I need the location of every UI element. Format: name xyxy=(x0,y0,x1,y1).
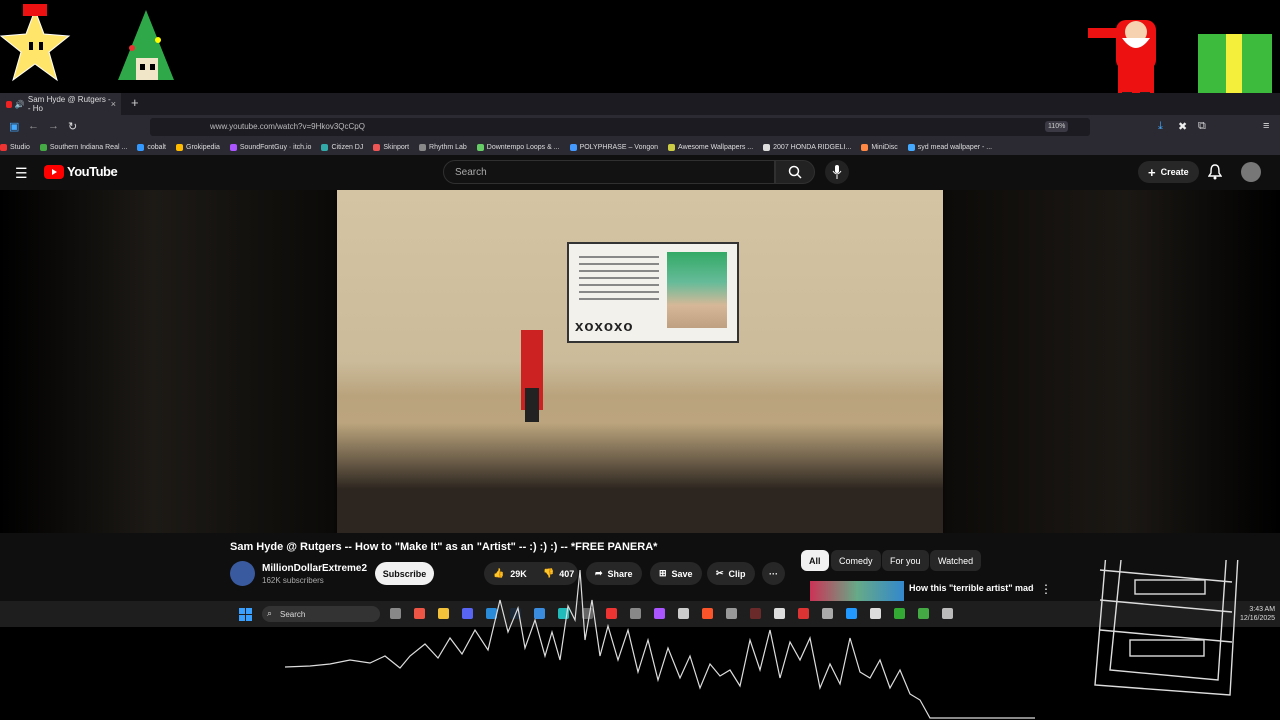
wireframe-cube-icon xyxy=(1094,560,1239,696)
youtube-logo-text: YouTube xyxy=(67,164,118,179)
presenter-figure xyxy=(521,330,543,422)
bookmark-favicon-icon xyxy=(39,143,47,151)
projector-screen: xoxoxo xyxy=(567,242,739,343)
back-icon[interactable]: ← xyxy=(28,120,39,132)
sidebar-toggle-icon[interactable]: ▣ xyxy=(9,120,19,133)
search-button[interactable] xyxy=(775,160,815,184)
bookmark-item[interactable]: Skinport xyxy=(373,143,410,151)
slide-xoxo-text: xoxoxo xyxy=(575,318,634,335)
youtube-favicon-icon xyxy=(6,100,12,108)
youtube-header: ☰ YouTube + Create xyxy=(0,155,1280,190)
bookmark-label: Skinport xyxy=(383,143,410,151)
browser-toolbar: ▣ ← → ↻ www.youtube.com/watch?v=9Hkov3Qc… xyxy=(0,115,1280,139)
search-input[interactable] xyxy=(453,166,757,179)
bookmark-item[interactable]: SoundFontGuy · itch.io xyxy=(229,143,312,151)
bookmark-item[interactable]: MiniDisc xyxy=(861,143,898,151)
voice-search-button[interactable] xyxy=(825,160,849,184)
tab-close-icon[interactable]: × xyxy=(111,99,116,109)
bookmark-favicon-icon xyxy=(419,143,427,151)
plus-icon: + xyxy=(1148,164,1156,180)
bookmark-favicon-icon xyxy=(373,143,381,151)
bookmark-favicon-icon xyxy=(763,143,771,151)
bookmarks-toolbar: Studio Southern Indiana Real ... cobalt Gro… xyxy=(0,139,1280,155)
zoom-level[interactable]: 110% xyxy=(1045,121,1069,132)
bookmark-item[interactable]: syd mead wallpaper - ... xyxy=(907,143,993,151)
bookmark-favicon-icon xyxy=(476,143,484,151)
bookmark-favicon-icon xyxy=(569,143,577,151)
notifications-bell-icon[interactable] xyxy=(1207,164,1223,185)
bookmark-label: cobalt xyxy=(147,143,166,151)
extensions-puzzle-icon[interactable]: ⧉ xyxy=(1198,120,1206,133)
pixel-tree-icon xyxy=(118,10,174,80)
bookmark-item[interactable]: Awesome Wallpapers ... xyxy=(668,143,754,151)
bookmark-item[interactable]: 2007 HONDA RIDGELI... xyxy=(763,143,852,151)
youtube-logo[interactable]: YouTube xyxy=(44,164,118,179)
slide-portrait xyxy=(667,252,727,328)
search-box[interactable] xyxy=(443,160,775,184)
new-tab-button[interactable]: + xyxy=(131,95,139,110)
bookmark-favicon-icon xyxy=(0,143,7,151)
bookmark-favicon-icon xyxy=(229,143,237,151)
forward-icon[interactable]: → xyxy=(48,120,59,132)
bookmark-label: MiniDisc xyxy=(871,143,898,151)
video-player[interactable]: xoxoxo xyxy=(337,190,943,533)
bookmark-item[interactable]: Downtempo Loops & ... xyxy=(476,143,560,151)
bookmark-label: Studio xyxy=(10,143,30,151)
pixel-star-icon xyxy=(0,4,71,82)
browser-tab-active[interactable]: 🔊 Sam Hyde @ Rutgers -- Ho × xyxy=(0,93,121,115)
bookmark-label: Citizen DJ xyxy=(331,143,364,151)
bookmark-favicon-icon xyxy=(321,143,329,151)
browser-tab-bar: 🔊 Sam Hyde @ Rutgers -- Ho × + xyxy=(0,93,1280,115)
bookmark-label: Southern Indiana Real ... xyxy=(49,143,128,151)
bookmark-favicon-icon xyxy=(176,143,183,151)
waveform-line xyxy=(284,569,1035,719)
account-avatar[interactable] xyxy=(1241,162,1261,182)
bookmark-label: Grokipedia xyxy=(186,143,220,151)
bookmark-item[interactable]: Rhythm Lab xyxy=(419,143,467,151)
create-button[interactable]: + Create xyxy=(1138,161,1199,183)
gift-icon xyxy=(1198,34,1272,108)
url-text[interactable]: www.youtube.com/watch?v=9Hkov3QcCpQ xyxy=(210,122,365,131)
audio-visualizer-overlay xyxy=(284,560,1239,719)
video-title: Sam Hyde @ Rutgers -- How to "Make It" a… xyxy=(230,541,658,553)
bookmark-item[interactable]: Citizen DJ xyxy=(321,143,364,151)
url-bar[interactable]: www.youtube.com/watch?v=9Hkov3QcCpQ 110% xyxy=(150,118,1090,136)
bookmark-label: SoundFontGuy · itch.io xyxy=(239,143,312,151)
bookmark-label: Awesome Wallpapers ... xyxy=(678,143,754,151)
bookmark-favicon-icon xyxy=(668,143,676,151)
youtube-play-icon xyxy=(44,164,64,179)
watch-page: xoxoxo xyxy=(0,190,1280,533)
search-icon xyxy=(788,165,802,179)
app-menu-icon[interactable]: ≡ xyxy=(1263,120,1269,132)
tab-title: Sam Hyde @ Rutgers -- Ho xyxy=(27,95,111,113)
bookmark-label: Downtempo Loops & ... xyxy=(486,143,560,151)
bookmark-favicon-icon xyxy=(861,143,869,151)
audience-silhouettes xyxy=(337,423,943,533)
bookmark-label: syd mead wallpaper - ... xyxy=(917,143,993,151)
bookmark-favicon-icon xyxy=(907,143,915,151)
desktop-decoration-band xyxy=(0,0,1280,108)
bookmark-label: 2007 HONDA RIDGELI... xyxy=(773,143,852,151)
bookmark-item[interactable]: Grokipedia xyxy=(176,143,220,151)
downloads-icon[interactable]: ⤓ xyxy=(1158,120,1163,133)
reload-icon[interactable]: ↻ xyxy=(68,120,77,133)
bookmark-label: POLYPHRASE – Vongon xyxy=(579,143,659,151)
slide-text-lines xyxy=(579,256,659,305)
extension-icon[interactable]: ✖ xyxy=(1178,120,1187,133)
bookmark-favicon-icon xyxy=(137,143,145,151)
microphone-icon xyxy=(832,165,842,179)
festive-decorations xyxy=(0,4,1272,108)
speaker-icon[interactable]: 🔊 xyxy=(15,100,25,109)
bookmark-item[interactable]: cobalt xyxy=(137,143,166,151)
bookmark-item[interactable]: Southern Indiana Real ... xyxy=(39,143,128,151)
bookmark-item[interactable]: POLYPHRASE – Vongon xyxy=(569,143,659,151)
bookmark-label: Rhythm Lab xyxy=(429,143,467,151)
bookmark-item[interactable]: Studio xyxy=(0,143,30,151)
hamburger-menu-icon[interactable]: ☰ xyxy=(15,165,28,182)
santa-icon xyxy=(1088,20,1156,102)
create-label: Create xyxy=(1160,167,1189,177)
